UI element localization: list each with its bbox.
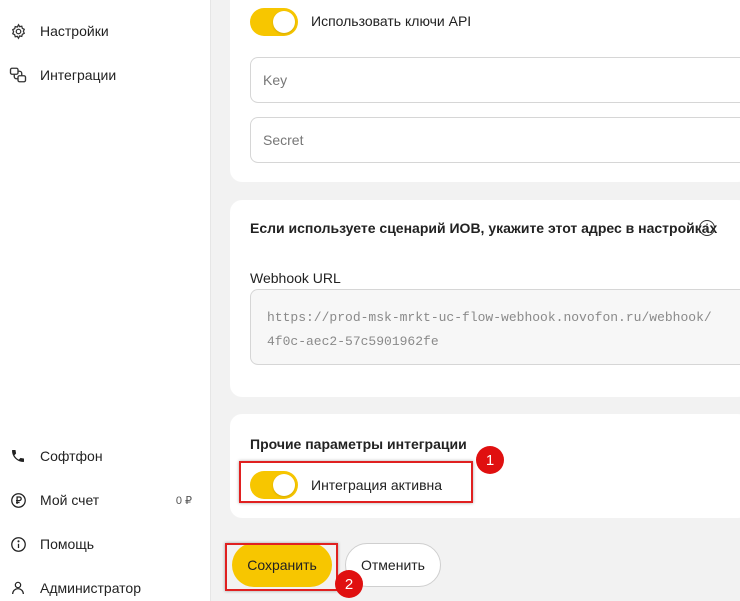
sidebar-item-integrations[interactable]: Интеграции (0, 57, 210, 93)
api-keys-toggle-label: Использовать ключи API (311, 13, 472, 29)
sidebar-item-account[interactable]: Мой счет 0 ₽ (0, 482, 210, 518)
step-badge: 2 (335, 570, 363, 598)
sidebar: Настройки Интеграции Софтфон Мой счет 0 … (0, 0, 211, 601)
sidebar-item-help[interactable]: Помощь (0, 526, 210, 562)
step-badge: 1 (476, 446, 504, 474)
toggle-knob (273, 11, 295, 33)
secret-input[interactable] (250, 117, 740, 163)
other-params-title: Прочие параметры интеграции (250, 436, 467, 452)
gear-icon (9, 22, 27, 40)
info-icon (9, 535, 27, 553)
sidebar-item-label: Интеграции (40, 67, 117, 83)
webhook-url-line: https://prod-msk-mrkt-uc-flow-webhook.no… (267, 310, 712, 325)
highlight-box (239, 461, 473, 503)
balance-value: 0 ₽ (175, 494, 192, 507)
sidebar-item-softphone[interactable]: Софтфон (0, 438, 210, 474)
sidebar-item-label: Мой счет (40, 492, 100, 508)
info-icon[interactable]: i (699, 220, 715, 236)
highlight-box (225, 543, 338, 591)
phone-icon (9, 447, 27, 465)
sidebar-item-label: Помощь (40, 536, 95, 552)
webhook-hint: Если используете сценарий ИОВ, укажите э… (250, 220, 718, 236)
sidebar-item-label: Администратор (40, 580, 142, 596)
webhook-url-line: 4f0c-aec2-57c5901962fe (267, 334, 439, 349)
integrations-icon (9, 66, 27, 84)
sidebar-item-label: Софтфон (40, 448, 103, 464)
sidebar-item-admin[interactable]: Администратор (0, 570, 210, 601)
webhook-url-field[interactable]: https://prod-msk-mrkt-uc-flow-webhook.no… (250, 289, 740, 365)
user-icon (9, 579, 27, 597)
sidebar-item-label: Настройки (40, 23, 109, 39)
webhook-url-label: Webhook URL (250, 270, 341, 286)
ruble-icon (9, 491, 27, 509)
sidebar-item-settings[interactable]: Настройки (0, 13, 210, 49)
key-input[interactable] (250, 57, 740, 103)
api-keys-toggle[interactable] (250, 8, 298, 36)
